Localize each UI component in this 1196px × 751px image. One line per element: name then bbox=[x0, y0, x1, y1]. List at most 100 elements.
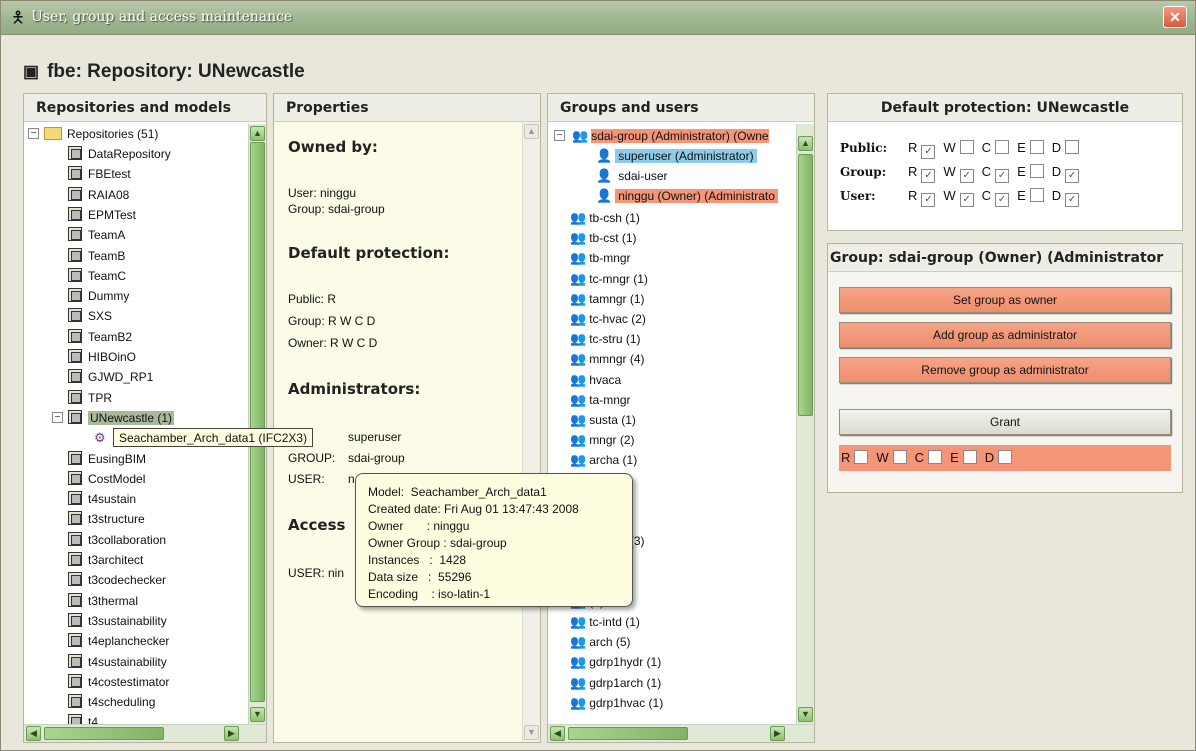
group-item[interactable]: 👥 tc-hvac (2) bbox=[570, 309, 646, 329]
group-item[interactable]: 👥 tb-cst (1) bbox=[570, 228, 637, 248]
protection-checkbox[interactable]: ✓ bbox=[995, 193, 1010, 207]
collapse-icon[interactable]: − bbox=[28, 128, 39, 139]
repository-item[interactable]: EPMTest bbox=[68, 205, 136, 225]
repository-item[interactable]: TPR bbox=[68, 388, 112, 408]
repository-item[interactable]: FBEtest bbox=[68, 164, 131, 184]
repository-item[interactable]: Dummy bbox=[68, 286, 129, 306]
protection-checkbox[interactable] bbox=[1029, 188, 1044, 202]
repository-item[interactable]: HIBOinO bbox=[68, 347, 136, 367]
remove-group-admin-button[interactable]: Remove group as administrator bbox=[839, 357, 1171, 383]
group-item[interactable]: 👥 arch (5) bbox=[570, 632, 631, 652]
tree-root[interactable]: − Repositories (51) bbox=[28, 124, 158, 144]
hscroll-thumb[interactable] bbox=[568, 727, 688, 740]
scroll-up-icon[interactable]: ▲ bbox=[524, 124, 539, 139]
model-item[interactable]: ⚙ bbox=[94, 428, 106, 448]
protection-checkbox[interactable] bbox=[1065, 140, 1080, 154]
grant-checkbox[interactable] bbox=[962, 450, 977, 464]
user-item[interactable]: 👤 superuser (Administrator) bbox=[596, 146, 757, 166]
repository-item[interactable]: TeamB2 bbox=[68, 327, 132, 347]
group-item[interactable]: 👥 gdrp1hvac (1) bbox=[570, 693, 663, 713]
repository-item[interactable]: t4scheduling bbox=[68, 692, 155, 712]
repository-item[interactable]: SXS bbox=[68, 306, 112, 326]
protection-checkbox[interactable] bbox=[959, 140, 974, 154]
grant-checkbox[interactable] bbox=[928, 450, 943, 464]
protection-checkbox[interactable]: ✓ bbox=[995, 169, 1010, 183]
scroll-right-icon[interactable]: ▶ bbox=[224, 726, 239, 741]
group-item[interactable]: 👥 mngr (2) bbox=[570, 430, 635, 450]
protection-checkbox[interactable]: ✓ bbox=[959, 193, 974, 207]
repository-item[interactable]: GJWD_RP1 bbox=[68, 367, 153, 387]
repository-item[interactable]: TeamC bbox=[68, 266, 126, 286]
group-item[interactable]: 👥 tc-mngr (1) bbox=[570, 269, 648, 289]
repository-item[interactable]: t4sustainability bbox=[68, 652, 167, 672]
repository-item[interactable]: t3architect bbox=[68, 550, 143, 570]
repository-item[interactable]: TeamB bbox=[68, 246, 125, 266]
repository-item[interactable]: TeamA bbox=[68, 225, 125, 245]
repository-item[interactable]: t4costestimator bbox=[68, 672, 169, 692]
scroll-thumb[interactable] bbox=[798, 154, 813, 416]
scroll-up-icon[interactable]: ▲ bbox=[250, 126, 265, 141]
group-item[interactable]: 👥 tb-csh (1) bbox=[570, 208, 640, 228]
repositories-hscroll[interactable]: ◀ ▶ bbox=[24, 724, 266, 742]
scroll-left-icon[interactable]: ◀ bbox=[26, 726, 41, 741]
group-item[interactable]: 👥 susta (1) bbox=[570, 410, 636, 430]
protection-checkbox[interactable]: ✓ bbox=[959, 169, 974, 183]
protection-checkbox[interactable]: ✓ bbox=[921, 145, 936, 159]
repository-item[interactable]: CostModel bbox=[68, 469, 145, 489]
repositories-vscroll[interactable]: ▲ ▼ bbox=[248, 124, 266, 724]
protection-checkbox[interactable]: ✓ bbox=[1065, 193, 1080, 207]
group-root[interactable]: − 👥 sdai-group (Administrator) (Owne bbox=[552, 126, 769, 146]
scroll-thumb[interactable] bbox=[250, 142, 265, 702]
add-group-admin-button[interactable]: Add group as administrator bbox=[839, 322, 1171, 348]
scroll-down-icon[interactable]: ▼ bbox=[798, 707, 813, 722]
close-button[interactable]: ✕ bbox=[1163, 6, 1187, 28]
properties-vscroll[interactable]: ▲ ▼ bbox=[522, 122, 540, 742]
groups-hscroll[interactable]: ◀ ▶ bbox=[548, 724, 814, 742]
protection-checkbox[interactable]: ✓ bbox=[921, 193, 936, 207]
group-item[interactable]: 👥 tc-stru (1) bbox=[570, 329, 641, 349]
collapse-icon[interactable]: − bbox=[554, 130, 565, 141]
group-item[interactable]: 👥 hvaca bbox=[570, 370, 621, 390]
group-item[interactable]: 👥 gdrp1hydr (1) bbox=[570, 652, 661, 672]
protection-checkbox[interactable]: ✓ bbox=[921, 169, 936, 183]
repository-item[interactable]: t4sustain bbox=[68, 489, 136, 509]
protection-checkbox[interactable] bbox=[995, 140, 1010, 154]
scroll-left-icon[interactable]: ◀ bbox=[550, 726, 565, 741]
repository-item[interactable]: − UNewcastle (1) bbox=[52, 408, 175, 428]
hscroll-thumb[interactable] bbox=[44, 727, 164, 740]
scroll-up-icon[interactable]: ▲ bbox=[798, 136, 813, 151]
repository-item[interactable]: DataRepository bbox=[68, 144, 171, 164]
user-item[interactable]: 👤 sdai-user bbox=[596, 166, 671, 186]
group-item[interactable]: 👥 archa (1) bbox=[570, 450, 637, 470]
group-item[interactable]: 👥 tc-intd (1) bbox=[570, 612, 640, 632]
grant-checkbox[interactable] bbox=[998, 450, 1013, 464]
grant-button[interactable]: Grant bbox=[839, 409, 1171, 435]
repository-item[interactable]: t3collaboration bbox=[68, 530, 166, 550]
repository-item[interactable]: t3sustainability bbox=[68, 611, 167, 631]
repository-item[interactable]: t4eplanchecker bbox=[68, 631, 169, 651]
grant-checkbox[interactable] bbox=[854, 450, 869, 464]
scroll-down-icon[interactable]: ▼ bbox=[524, 725, 539, 740]
repository-item[interactable]: RAIA08 bbox=[68, 185, 129, 205]
protection-checkbox[interactable]: ✓ bbox=[1065, 169, 1080, 183]
group-item[interactable]: 👥 ta-mngr bbox=[570, 390, 631, 410]
group-item[interactable]: 👥 mmngr (4) bbox=[570, 349, 645, 369]
repository-item[interactable]: EusingBIM bbox=[68, 449, 146, 469]
grant-checkbox[interactable] bbox=[892, 450, 907, 464]
group-item[interactable]: 👥 gdrp1arch (1) bbox=[570, 673, 661, 693]
group-item[interactable]: 👥 tb-mngr bbox=[570, 248, 631, 268]
groups-vscroll[interactable]: ▲ ▼ bbox=[796, 124, 814, 724]
repository-item[interactable]: t3codechecker bbox=[68, 570, 166, 590]
set-group-owner-button[interactable]: Set group as owner bbox=[839, 287, 1171, 313]
scroll-right-icon[interactable]: ▶ bbox=[770, 726, 785, 741]
repository-item[interactable]: t4... bbox=[68, 712, 108, 724]
collapse-icon[interactable]: − bbox=[52, 411, 63, 423]
group-item[interactable]: 👥 tamngr (1) bbox=[570, 289, 645, 309]
repository-item[interactable]: t3structure bbox=[68, 509, 145, 529]
protection-checkbox[interactable] bbox=[1029, 140, 1044, 154]
scroll-down-icon[interactable]: ▼ bbox=[250, 707, 265, 722]
protection-checkbox[interactable] bbox=[1029, 164, 1044, 178]
repository-item[interactable]: t3thermal bbox=[68, 591, 138, 611]
title-bar[interactable]: 🯅 User, group and access maintenance ✕ bbox=[1, 1, 1195, 35]
user-item[interactable]: 👤 ninggu (Owner) (Administrato bbox=[596, 186, 778, 206]
